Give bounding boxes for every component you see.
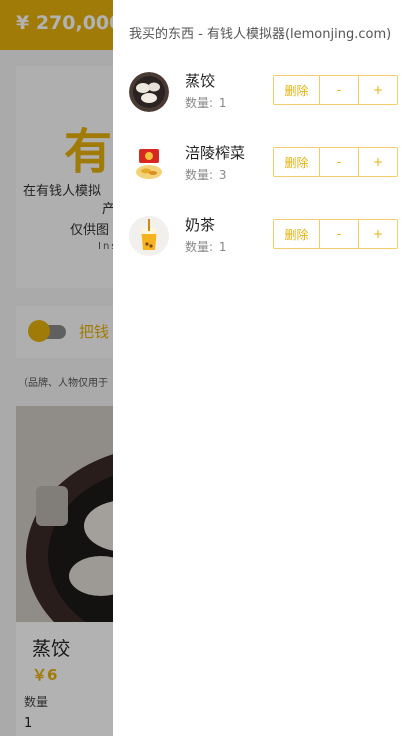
cart-item-actions: 删除 - +	[273, 75, 398, 105]
dumpling-icon	[129, 72, 169, 112]
cart-item-name: 奶茶	[185, 216, 216, 234]
cart-item: 涪陵榨菜 数量: 3 删除 - +	[113, 142, 414, 192]
cart-item-name: 蒸饺	[185, 72, 216, 90]
cart-item-qty: 数量: 1	[185, 96, 227, 110]
milk-tea-icon	[129, 216, 169, 256]
cart-item-actions: 删除 - +	[273, 219, 398, 249]
increase-button[interactable]: +	[359, 220, 397, 248]
delete-button[interactable]: 删除	[274, 148, 320, 176]
cart-item-qty: 数量: 3	[185, 168, 227, 182]
cart-item: 蒸饺 数量: 1 删除 - +	[113, 70, 414, 120]
cart-item-qty: 数量: 1	[185, 240, 227, 254]
delete-button[interactable]: 删除	[274, 220, 320, 248]
increase-button[interactable]: +	[359, 148, 397, 176]
cart-drawer: 我买的东西 - 有钱人模拟器(lemonjing.com) 蒸饺 数量: 1 删…	[113, 0, 414, 736]
cart-item-name: 涪陵榨菜	[185, 144, 246, 162]
decrease-button[interactable]: -	[320, 148, 359, 176]
drawer-title: 我买的东西 - 有钱人模拟器(lemonjing.com)	[129, 27, 392, 42]
delete-button[interactable]: 删除	[274, 76, 320, 104]
cart-item-actions: 删除 - +	[273, 147, 398, 177]
increase-button[interactable]: +	[359, 76, 397, 104]
pickled-mustard-icon	[129, 144, 169, 184]
decrease-button[interactable]: -	[320, 76, 359, 104]
decrease-button[interactable]: -	[320, 220, 359, 248]
cart-item: 奶茶 数量: 1 删除 - +	[113, 214, 414, 264]
